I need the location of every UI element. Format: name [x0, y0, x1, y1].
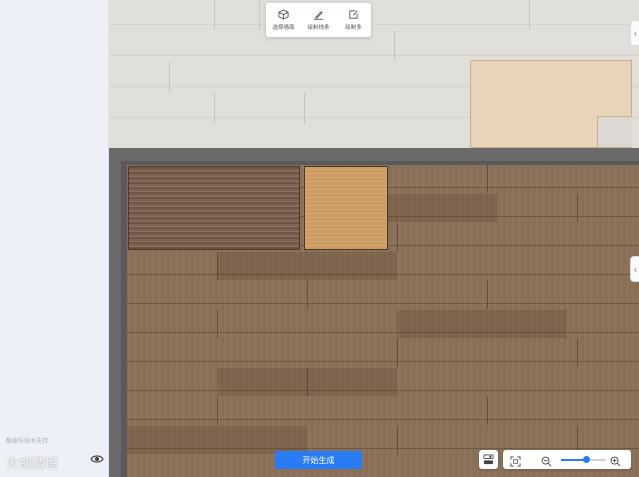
eye-icon[interactable] — [90, 452, 104, 466]
zoom-slider-thumb[interactable] — [582, 456, 590, 463]
chevron-left-icon[interactable]: ‹ — [630, 20, 639, 46]
upper-panel-notch — [597, 116, 632, 147]
zoom-control — [503, 450, 631, 469]
design-canvas[interactable]: ‹ ‹ — [109, 0, 639, 477]
watermark: 大胡猜境 — [6, 456, 59, 471]
wall-left — [109, 148, 121, 477]
floor-tile-striped[interactable] — [128, 166, 300, 250]
toggle-icon — [483, 454, 494, 465]
tool-select-wall[interactable]: 选择墙面 — [266, 3, 301, 37]
draw-shape-icon — [349, 10, 358, 19]
layout-toggle-button[interactable] — [479, 450, 498, 469]
zoom-in-icon[interactable] — [610, 454, 622, 467]
floor-tile-light[interactable] — [304, 166, 388, 250]
tool-label: 选择墙面 — [272, 25, 295, 31]
tool-label: 绘制线条 — [307, 25, 330, 31]
zoom-out-icon[interactable] — [541, 454, 553, 467]
drawing-toolbar: 选择墙面 绘制线条 绘制多 — [266, 3, 371, 37]
cube-icon — [278, 9, 289, 20]
left-panel: 酷家乐技术支持 大胡猜境 — [0, 0, 109, 477]
tool-draw-shape[interactable]: 绘制多 — [336, 3, 371, 37]
wall-top — [109, 148, 639, 161]
chevron-left-icon[interactable]: ‹ — [630, 256, 639, 282]
tool-label: 绘制多 — [345, 25, 362, 31]
support-text: 酷家乐技术支持 — [6, 439, 49, 445]
start-generate-button[interactable]: 开始生成 — [275, 451, 362, 469]
tool-draw-line[interactable]: 绘制线条 — [301, 3, 336, 37]
fit-screen-icon[interactable] — [510, 454, 522, 467]
pen-line-icon — [313, 11, 324, 20]
